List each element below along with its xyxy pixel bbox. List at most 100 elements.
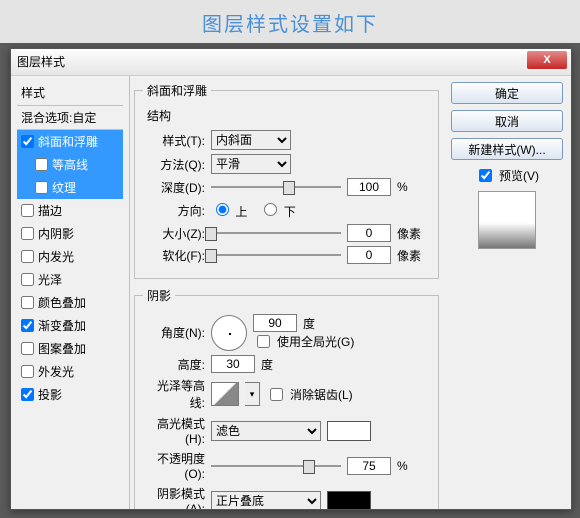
- style-item-checkbox[interactable]: [21, 319, 34, 332]
- hmode-select[interactable]: 滤色: [211, 421, 321, 441]
- preview-label: 预览(V): [499, 167, 539, 184]
- gloss-contour[interactable]: [211, 382, 239, 406]
- size-slider[interactable]: [211, 226, 341, 240]
- shading-legend: 阴影: [143, 287, 175, 304]
- style-item-label: 图案叠加: [38, 340, 86, 357]
- style-item-label: 颜色叠加: [38, 294, 86, 311]
- soften-label: 软化(F):: [143, 247, 205, 264]
- altitude-unit: 度: [261, 356, 289, 373]
- preview-thumbnail: [478, 191, 536, 249]
- antialias-option[interactable]: 消除锯齿(L): [266, 385, 353, 404]
- style-item-4[interactable]: 内阴影: [17, 222, 123, 245]
- hopacity-slider[interactable]: [211, 459, 341, 473]
- style-item-7[interactable]: 颜色叠加: [17, 291, 123, 314]
- outer-title: 图层样式设置如下: [0, 0, 580, 43]
- size-unit: 像素: [397, 225, 425, 242]
- hopacity-input[interactable]: [347, 457, 391, 475]
- style-item-9[interactable]: 图案叠加: [17, 337, 123, 360]
- style-item-1[interactable]: 等高线: [17, 153, 123, 176]
- direction-down[interactable]: 下: [259, 200, 295, 220]
- angle-dial[interactable]: [211, 315, 247, 351]
- bevel-group: 斜面和浮雕 结构 样式(T): 内斜面 方法(Q): 平滑 深度(D): %: [134, 82, 439, 279]
- close-button[interactable]: X: [527, 51, 567, 69]
- new-style-button[interactable]: 新建样式(W)...: [451, 138, 563, 160]
- structure-label: 结构: [147, 107, 430, 124]
- style-item-checkbox[interactable]: [21, 296, 34, 309]
- titlebar: 图层样式 X: [11, 49, 571, 76]
- style-item-label: 投影: [38, 386, 62, 403]
- size-input[interactable]: [347, 224, 391, 242]
- style-item-checkbox[interactable]: [21, 250, 34, 263]
- bevel-legend: 斜面和浮雕: [143, 82, 211, 99]
- highlight-color[interactable]: [327, 421, 371, 441]
- style-select[interactable]: 内斜面: [211, 130, 291, 150]
- layer-style-dialog: 图层样式 X 样式 混合选项:自定 斜面和浮雕等高线纹理描边内阴影内发光光泽颜色…: [10, 48, 572, 510]
- soften-unit: 像素: [397, 247, 425, 264]
- gloss-contour-dropdown[interactable]: ▾: [245, 382, 260, 406]
- style-item-label: 等高线: [52, 156, 88, 173]
- altitude-label: 高度:: [143, 356, 205, 373]
- main-panel: 斜面和浮雕 结构 样式(T): 内斜面 方法(Q): 平滑 深度(D): %: [129, 76, 443, 509]
- blend-options-row[interactable]: 混合选项:自定: [17, 105, 123, 130]
- style-item-11[interactable]: 投影: [17, 383, 123, 406]
- style-item-label: 光泽: [38, 271, 62, 288]
- style-item-6[interactable]: 光泽: [17, 268, 123, 291]
- depth-unit: %: [397, 180, 425, 194]
- cancel-button[interactable]: 取消: [451, 110, 563, 132]
- shadow-color[interactable]: [327, 491, 371, 510]
- style-item-checkbox[interactable]: [21, 273, 34, 286]
- technique-label: 方法(Q):: [143, 156, 205, 173]
- sidebar-header: 样式: [17, 82, 123, 103]
- altitude-input[interactable]: [211, 355, 255, 373]
- style-item-label: 内发光: [38, 248, 74, 265]
- style-item-label: 内阴影: [38, 225, 74, 242]
- depth-input[interactable]: [347, 178, 391, 196]
- angle-label: 角度(N):: [143, 324, 205, 341]
- style-item-3[interactable]: 描边: [17, 199, 123, 222]
- depth-label: 深度(D):: [143, 179, 205, 196]
- style-item-10[interactable]: 外发光: [17, 360, 123, 383]
- style-item-checkbox[interactable]: [21, 342, 34, 355]
- gloss-label: 光泽等高线:: [143, 377, 205, 411]
- angle-unit: 度: [303, 315, 331, 332]
- style-item-0[interactable]: 斜面和浮雕: [17, 130, 123, 153]
- style-item-label: 外发光: [38, 363, 74, 380]
- hmode-label: 高光模式(H):: [143, 415, 205, 446]
- soften-slider[interactable]: [211, 248, 341, 262]
- angle-input[interactable]: [253, 314, 297, 332]
- style-item-checkbox[interactable]: [35, 158, 48, 171]
- direction-up[interactable]: 上: [211, 200, 247, 220]
- style-item-8[interactable]: 渐变叠加: [17, 314, 123, 337]
- dialog-title: 图层样式: [17, 55, 65, 69]
- style-item-label: 纹理: [52, 179, 76, 196]
- style-item-label: 斜面和浮雕: [38, 133, 98, 150]
- style-item-checkbox[interactable]: [21, 365, 34, 378]
- style-item-checkbox[interactable]: [21, 227, 34, 240]
- ok-button[interactable]: 确定: [451, 82, 563, 104]
- direction-label: 方向:: [143, 202, 205, 219]
- size-label: 大小(Z):: [143, 225, 205, 242]
- depth-slider[interactable]: [211, 180, 341, 194]
- right-panel: 确定 取消 新建样式(W)... 预览(V): [443, 76, 571, 509]
- style-item-label: 描边: [38, 202, 62, 219]
- hopacity-unit: %: [397, 459, 425, 473]
- style-item-checkbox[interactable]: [21, 388, 34, 401]
- style-item-checkbox[interactable]: [21, 204, 34, 217]
- smode-label: 阴影模式(A):: [143, 485, 205, 509]
- style-item-checkbox[interactable]: [35, 181, 48, 194]
- style-item-label: 渐变叠加: [38, 317, 86, 334]
- soften-input[interactable]: [347, 246, 391, 264]
- hopacity-label: 不透明度(O):: [143, 450, 205, 481]
- antialias-checkbox[interactable]: [270, 388, 283, 401]
- style-label: 样式(T):: [143, 132, 205, 149]
- style-item-2[interactable]: 纹理: [17, 176, 123, 199]
- preview-checkbox[interactable]: [479, 169, 492, 182]
- style-sidebar: 样式 混合选项:自定 斜面和浮雕等高线纹理描边内阴影内发光光泽颜色叠加渐变叠加图…: [11, 76, 129, 509]
- technique-select[interactable]: 平滑: [211, 154, 291, 174]
- smode-select[interactable]: 正片叠底: [211, 491, 321, 510]
- shading-group: 阴影 角度(N): 度 使用全局光(G): [134, 287, 439, 509]
- global-light-label: 使用全局光(G): [277, 333, 354, 350]
- style-item-5[interactable]: 内发光: [17, 245, 123, 268]
- global-light-checkbox[interactable]: [257, 335, 270, 348]
- style-item-checkbox[interactable]: [21, 135, 34, 148]
